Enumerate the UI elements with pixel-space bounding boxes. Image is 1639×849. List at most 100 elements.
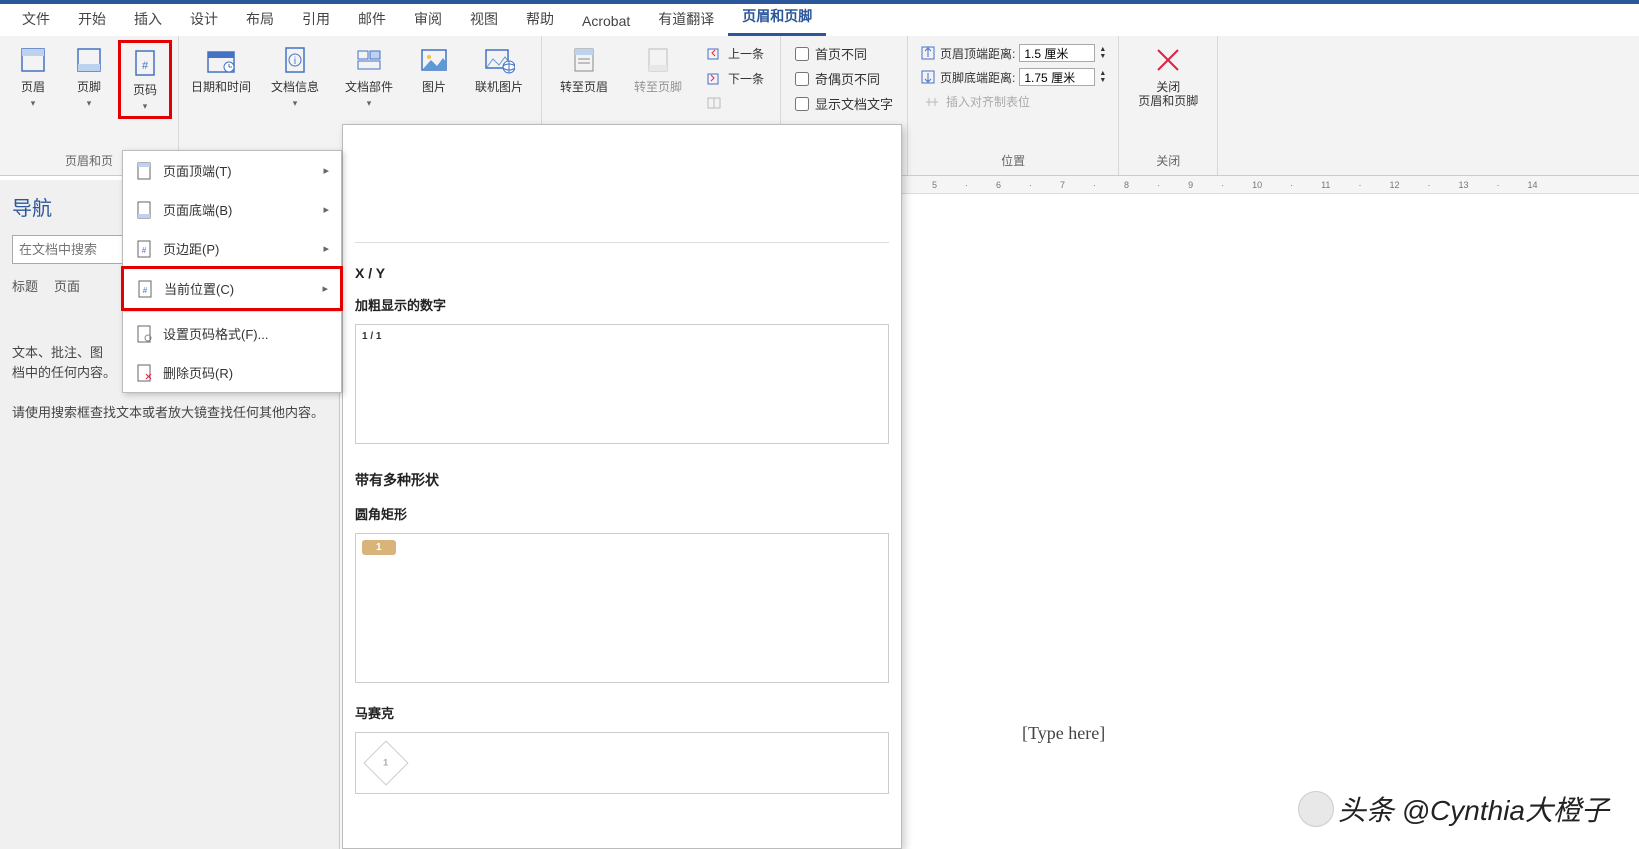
tab-review[interactable]: 审阅 xyxy=(400,2,456,36)
ruler: 5· 6· 7· 8· 9· 10· 11· 12· 13· 14 xyxy=(902,176,1639,194)
menu-remove-page-numbers[interactable]: 删除页码(R) xyxy=(123,353,341,392)
picture-label: 图片 xyxy=(422,80,446,94)
menu-current-position[interactable]: # 当前位置(C) ▸ xyxy=(121,266,343,311)
gallery-bold-numbers: 加粗显示的数字 xyxy=(343,287,901,320)
goto-footer-button[interactable]: 转至页脚 xyxy=(622,40,694,98)
gallery-section-xy: X / Y xyxy=(343,251,901,287)
nav-tab-headings[interactable]: 标题 xyxy=(12,276,38,295)
type-here-placeholder[interactable]: [Type here] xyxy=(1022,723,1105,744)
footer-icon xyxy=(73,44,105,76)
rounded-badge: 1 xyxy=(362,540,396,555)
goto-footer-label: 转至页脚 xyxy=(634,80,682,94)
gallery-preview-rounded[interactable]: 1 xyxy=(355,533,889,683)
gallery-preview-mosaic[interactable]: 1 xyxy=(355,732,889,794)
previous-label: 上一条 xyxy=(728,45,764,62)
spinner-icon[interactable]: ▲▼ xyxy=(1099,46,1106,60)
previous-icon xyxy=(706,46,722,62)
doc-info-icon: i xyxy=(279,44,311,76)
header-distance-input[interactable] xyxy=(1019,44,1095,62)
ribbon-group-position: 页眉顶端距离: ▲▼ 页脚底端距离: ▲▼ 插入对齐制表位 位置 xyxy=(908,36,1119,175)
tab-layout[interactable]: 布局 xyxy=(232,2,288,36)
page-icon: # xyxy=(135,240,153,258)
chevron-down-icon: ▾ xyxy=(293,98,298,109)
doc-parts-button[interactable]: 文档部件 ▾ xyxy=(333,40,405,113)
page-number-icon: # xyxy=(129,47,161,79)
ribbon-group-close: 关闭 页眉和页脚 关闭 xyxy=(1119,36,1218,175)
chevron-down-icon: ▾ xyxy=(143,101,148,112)
tab-header-footer[interactable]: 页眉和页脚 xyxy=(728,0,826,36)
diff-odd-even-checkbox[interactable]: 奇偶页不同 xyxy=(791,67,897,90)
online-picture-button[interactable]: 联机图片 xyxy=(463,40,535,98)
tab-home[interactable]: 开始 xyxy=(64,2,120,36)
calendar-icon xyxy=(205,44,237,76)
datetime-button[interactable]: 日期和时间 xyxy=(185,40,257,98)
menu-bar: 文件 开始 插入 设计 布局 引用 邮件 审阅 视图 帮助 Acrobat 有道… xyxy=(0,0,1639,36)
tab-insert[interactable]: 插入 xyxy=(120,2,176,36)
close-button[interactable]: 关闭 页眉和页脚 xyxy=(1125,40,1211,112)
doc-parts-icon xyxy=(353,44,385,76)
picture-button[interactable]: 图片 xyxy=(407,40,461,98)
goto-header-button[interactable]: 转至页眉 xyxy=(548,40,620,98)
nav-tab-pages[interactable]: 页面 xyxy=(54,276,80,295)
document-area: 5· 6· 7· 8· 9· 10· 11· 12· 13· 14 [Type … xyxy=(902,176,1639,849)
spinner-icon[interactable]: ▲▼ xyxy=(1099,70,1106,84)
mosaic-badge: 1 xyxy=(363,740,408,785)
diff-first-checkbox[interactable]: 首页不同 xyxy=(791,42,897,65)
footer-button[interactable]: 页脚 ▾ xyxy=(62,40,116,113)
tab-references[interactable]: 引用 xyxy=(288,2,344,36)
tab-help[interactable]: 帮助 xyxy=(512,2,568,36)
next-button[interactable]: 下一条 xyxy=(700,67,770,90)
gallery-mosaic: 马赛克 xyxy=(343,695,901,728)
doc-info-button[interactable]: i 文档信息 ▾ xyxy=(259,40,331,113)
header-distance-row: 页眉顶端距离: ▲▼ xyxy=(918,42,1108,64)
header-label: 页眉 xyxy=(21,80,45,94)
goto-footer-icon xyxy=(642,44,674,76)
tab-youdao[interactable]: 有道翻译 xyxy=(644,2,728,36)
page-number-button[interactable]: # 页码 ▾ xyxy=(118,40,172,119)
tab-view[interactable]: 视图 xyxy=(456,2,512,36)
header-button[interactable]: 页眉 ▾ xyxy=(6,40,60,113)
gallery-preview-bold[interactable]: 1 / 1 xyxy=(355,324,889,444)
chevron-right-icon: ▸ xyxy=(323,242,329,255)
tab-acrobat[interactable]: Acrobat xyxy=(568,6,644,36)
header-dist-icon xyxy=(920,45,936,61)
doc-parts-label: 文档部件 xyxy=(345,80,393,94)
close-icon xyxy=(1152,44,1184,76)
watermark: 头条 @Cynthia大橙子 xyxy=(1298,789,1609,829)
previous-button[interactable]: 上一条 xyxy=(700,42,770,65)
tab-file[interactable]: 文件 xyxy=(8,2,64,36)
svg-text:#: # xyxy=(143,286,148,295)
tab-design[interactable]: 设计 xyxy=(176,2,232,36)
picture-icon xyxy=(418,44,450,76)
menu-page-margins[interactable]: # 页边距(P) ▸ xyxy=(123,229,341,268)
delete-icon xyxy=(135,364,153,382)
group-label-position: 位置 xyxy=(914,148,1112,173)
gallery-section-shapes: 带有多种形状 xyxy=(343,456,901,496)
next-label: 下一条 xyxy=(728,70,764,87)
footer-distance-input[interactable] xyxy=(1019,68,1095,86)
menu-bottom-of-page[interactable]: 页面底端(B) ▸ xyxy=(123,190,341,229)
next-icon xyxy=(706,71,722,87)
align-tab-button: 插入对齐制表位 xyxy=(918,90,1108,113)
format-icon xyxy=(135,325,153,343)
page-number-menu: 页面顶端(T) ▸ 页面底端(B) ▸ # 页边距(P) ▸ # 当前位置(C)… xyxy=(122,150,342,393)
goto-header-icon xyxy=(568,44,600,76)
tab-mailings[interactable]: 邮件 xyxy=(344,2,400,36)
gallery-rounded-rect: 圆角矩形 xyxy=(343,496,901,529)
menu-separator xyxy=(123,311,341,312)
goto-header-label: 转至页眉 xyxy=(560,80,608,94)
menu-top-of-page[interactable]: 页面顶端(T) ▸ xyxy=(123,151,341,190)
show-doc-text-checkbox[interactable]: 显示文档文字 xyxy=(791,92,897,115)
header-icon xyxy=(17,44,49,76)
page-icon xyxy=(135,201,153,219)
online-picture-label: 联机图片 xyxy=(475,80,523,94)
close-label: 关闭 页眉和页脚 xyxy=(1138,80,1198,108)
chevron-down-icon: ▾ xyxy=(31,98,36,109)
page-number-gallery: X / Y 加粗显示的数字 1 / 1 带有多种形状 圆角矩形 1 马赛克 1 xyxy=(342,124,902,849)
document-page[interactable]: [Type here] xyxy=(902,194,1639,814)
chevron-right-icon: ▸ xyxy=(323,203,329,216)
menu-format-page-numbers[interactable]: 设置页码格式(F)... xyxy=(123,314,341,353)
svg-text:#: # xyxy=(142,60,149,72)
svg-text:i: i xyxy=(294,56,296,67)
datetime-label: 日期和时间 xyxy=(191,80,251,94)
